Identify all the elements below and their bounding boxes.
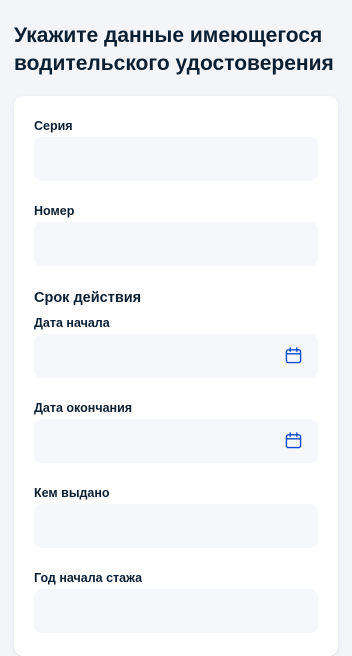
issued-by-field[interactable] [34,504,318,548]
end-date-field[interactable] [34,419,318,463]
number-field[interactable] [34,222,318,266]
experience-start-year-label: Год начала стажа [34,571,143,585]
page-title: Укажите данные имеющегося водительского … [14,24,334,75]
validity-section-title: Срок действия [34,290,142,306]
calendar-icon[interactable] [285,347,302,364]
license-form-card: Серия Номер Срок действия Дата начала Да… [14,96,338,656]
issued-by-label: Кем выдано [34,486,110,500]
series-label: Серия [34,119,73,133]
start-date-label: Дата начала [34,316,110,330]
start-date-field[interactable] [34,334,318,378]
calendar-icon[interactable] [285,432,302,449]
experience-start-year-field[interactable] [34,589,318,633]
series-input[interactable] [34,137,318,181]
issued-by-input[interactable] [34,504,318,548]
number-input[interactable] [34,222,318,266]
number-label: Номер [34,204,75,218]
end-date-input[interactable] [34,419,318,463]
experience-start-year-input[interactable] [34,589,318,633]
end-date-label: Дата окончания [34,401,133,415]
start-date-input[interactable] [34,334,318,378]
series-field[interactable] [34,137,318,181]
